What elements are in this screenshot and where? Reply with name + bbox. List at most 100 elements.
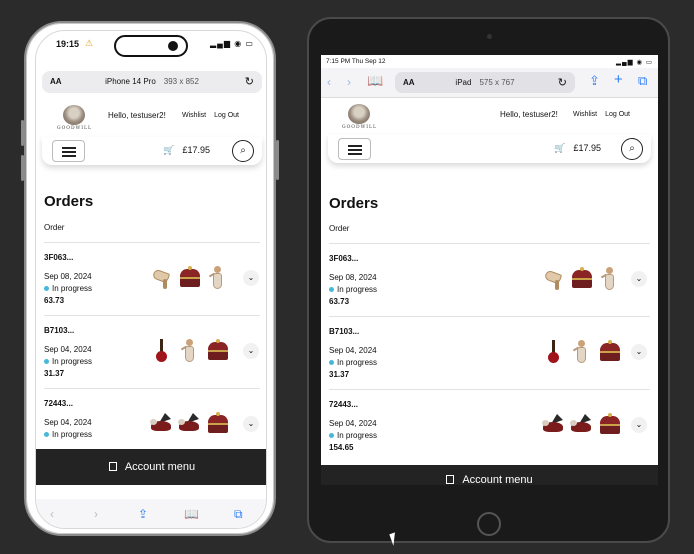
order-column-header: Order bbox=[44, 223, 65, 232]
logo-text: GOODWILL bbox=[57, 126, 92, 131]
site-logo[interactable]: GOODWILL bbox=[342, 104, 376, 134]
product-thumbnail bbox=[150, 411, 174, 437]
order-date: Sep 04, 2024 bbox=[44, 418, 92, 427]
order-id: 72443... bbox=[44, 399, 73, 408]
status-dot bbox=[44, 286, 49, 292]
order-row[interactable]: 72443... Sep 04, 2024 In progress ⌄ bbox=[44, 388, 260, 457]
site-navbar: 🛒 £17.95 ⌕ bbox=[42, 137, 262, 165]
cart-button[interactable]: 🛒 £17.95 bbox=[554, 143, 601, 154]
phone-url-bar[interactable]: AA iPhone 14 Pro 393 x 852 ↻ bbox=[42, 71, 262, 93]
expand-chevron-icon[interactable]: ⌄ bbox=[243, 416, 259, 432]
order-status-text: In progress bbox=[52, 430, 93, 439]
url-text: iPhone 14 Pro 393 x 852 bbox=[42, 77, 262, 86]
tabs-icon[interactable]: ⧉ bbox=[234, 507, 243, 522]
ipad-page: GOODWILL Hello, testuser2! Wishlist Log … bbox=[321, 98, 658, 465]
account-menu-label: Account menu bbox=[124, 461, 196, 473]
cart-icon: 🛒 bbox=[163, 145, 175, 155]
ipad-status-bar: 7:15 PM Thu Sep 12 ▂▄▆ ◉ ▭ bbox=[326, 58, 653, 68]
search-icon[interactable]: ⌕ bbox=[232, 140, 254, 162]
bookmarks-icon[interactable]: 📖 bbox=[367, 73, 383, 89]
greeting: Hello, testuser2! bbox=[500, 110, 558, 119]
page-title: Orders bbox=[329, 195, 379, 212]
order-status-text: In progress bbox=[52, 357, 93, 366]
status-time: 7:15 PM Thu Sep 12 bbox=[326, 58, 386, 65]
order-id: B7103... bbox=[44, 326, 75, 335]
wishlist-link[interactable]: Wishlist bbox=[573, 111, 597, 118]
ipad-camera bbox=[487, 34, 492, 39]
forward-icon[interactable]: › bbox=[94, 507, 98, 521]
account-menu-button[interactable]: Account menu bbox=[36, 449, 266, 485]
logo-text: GOODWILL bbox=[342, 125, 377, 130]
status-dot bbox=[329, 287, 334, 293]
order-status-text: In progress bbox=[337, 285, 378, 294]
order-total: 31.37 bbox=[329, 370, 350, 379]
tabs-icon[interactable]: ⧉ bbox=[638, 73, 647, 89]
back-icon[interactable]: ‹ bbox=[50, 507, 54, 521]
menu-button[interactable] bbox=[52, 140, 85, 162]
menu-button[interactable] bbox=[338, 138, 371, 160]
order-date: Sep 04, 2024 bbox=[329, 419, 377, 428]
expand-chevron-icon[interactable]: ⌄ bbox=[243, 270, 259, 286]
status-dot bbox=[329, 433, 334, 439]
order-row[interactable]: 3F063... Sep 08, 2024 In progress 63.73 … bbox=[329, 243, 650, 316]
new-tab-icon[interactable]: + bbox=[614, 71, 623, 88]
cart-button[interactable]: 🛒 £17.95 bbox=[163, 145, 210, 156]
order-total: 31.37 bbox=[44, 369, 65, 378]
expand-chevron-icon[interactable]: ⌄ bbox=[631, 344, 647, 360]
device-name: iPad bbox=[455, 78, 472, 87]
order-date: Sep 08, 2024 bbox=[329, 273, 377, 282]
order-row[interactable]: B7103... Sep 04, 2024 In progress 31.37 … bbox=[44, 315, 260, 388]
warning-icon: ⚠ bbox=[85, 38, 94, 48]
order-row[interactable]: B7103... Sep 04, 2024 In progress 31.37 … bbox=[329, 316, 650, 389]
ipad-url-bar[interactable]: AA iPad 575 x 767 ↻ bbox=[395, 72, 575, 93]
reload-icon[interactable]: ↻ bbox=[245, 75, 254, 88]
ipad-frame: 7:15 PM Thu Sep 12 ▂▄▆ ◉ ▭ ‹ › 📖 AA iPad… bbox=[307, 17, 670, 543]
order-status: In progress bbox=[44, 430, 92, 439]
product-thumbnail bbox=[570, 339, 594, 365]
book-icon bbox=[108, 462, 117, 471]
site-logo[interactable]: GOODWILL bbox=[57, 105, 91, 135]
expand-chevron-icon[interactable]: ⌄ bbox=[243, 343, 259, 359]
expand-chevron-icon[interactable]: ⌄ bbox=[631, 271, 647, 287]
top-links: Wishlist Log Out bbox=[176, 112, 239, 119]
account-menu-button[interactable]: Account menu bbox=[321, 465, 658, 485]
logout-link[interactable]: Log Out bbox=[214, 112, 239, 119]
order-id: 3F063... bbox=[44, 253, 74, 262]
product-thumbnail bbox=[598, 412, 622, 438]
back-icon[interactable]: ‹ bbox=[327, 75, 331, 89]
reload-icon[interactable]: ↻ bbox=[558, 76, 567, 89]
product-thumbnail bbox=[150, 338, 174, 364]
order-status: In progress bbox=[329, 285, 377, 294]
iphone-frame: 19:15 ⚠ ▂▄▆ ◉ ▭ AA iPhone 14 Pro 393 x 85… bbox=[24, 21, 276, 536]
product-thumbnail bbox=[178, 265, 202, 291]
order-row[interactable]: 3F063... Sep 08, 2024 In progress 63.73 … bbox=[44, 242, 260, 315]
ipad-screen: 7:15 PM Thu Sep 12 ▂▄▆ ◉ ▭ ‹ › 📖 AA iPad… bbox=[321, 55, 658, 485]
logout-link[interactable]: Log Out bbox=[605, 111, 630, 118]
ipad-home-button[interactable] bbox=[477, 512, 501, 536]
search-icon[interactable]: ⌕ bbox=[621, 138, 643, 160]
cart-total: £17.95 bbox=[182, 145, 211, 155]
order-date: Sep 04, 2024 bbox=[44, 345, 92, 354]
phone-page: GOODWILL Hello, testuser2! Wishlist Log … bbox=[36, 97, 266, 457]
url-text: iPad 575 x 767 bbox=[395, 78, 575, 87]
bookmarks-icon[interactable]: 📖 bbox=[184, 507, 199, 521]
dynamic-island bbox=[114, 35, 188, 57]
product-thumbnail bbox=[542, 266, 566, 292]
logo-image bbox=[63, 105, 85, 125]
top-links: Wishlist Log Out bbox=[567, 111, 630, 118]
order-status: In progress bbox=[329, 358, 377, 367]
phone-safari-toolbar: ‹ › ⇪ 📖 ⧉ bbox=[36, 499, 266, 528]
camera-dot bbox=[168, 41, 178, 51]
expand-chevron-icon[interactable]: ⌄ bbox=[631, 417, 647, 433]
order-status-text: In progress bbox=[52, 284, 93, 293]
wishlist-link[interactable]: Wishlist bbox=[182, 112, 206, 119]
forward-icon[interactable]: › bbox=[347, 75, 351, 89]
order-status: In progress bbox=[44, 284, 92, 293]
product-thumbnail bbox=[206, 411, 230, 437]
product-thumbnail bbox=[570, 266, 594, 292]
order-date: Sep 04, 2024 bbox=[329, 346, 377, 355]
order-total: 154.65 bbox=[329, 443, 354, 452]
order-row[interactable]: 72443... Sep 04, 2024 In progress 154.65… bbox=[329, 389, 650, 462]
share-icon[interactable]: ⇪ bbox=[138, 507, 148, 521]
share-icon[interactable]: ⇪ bbox=[589, 73, 600, 89]
